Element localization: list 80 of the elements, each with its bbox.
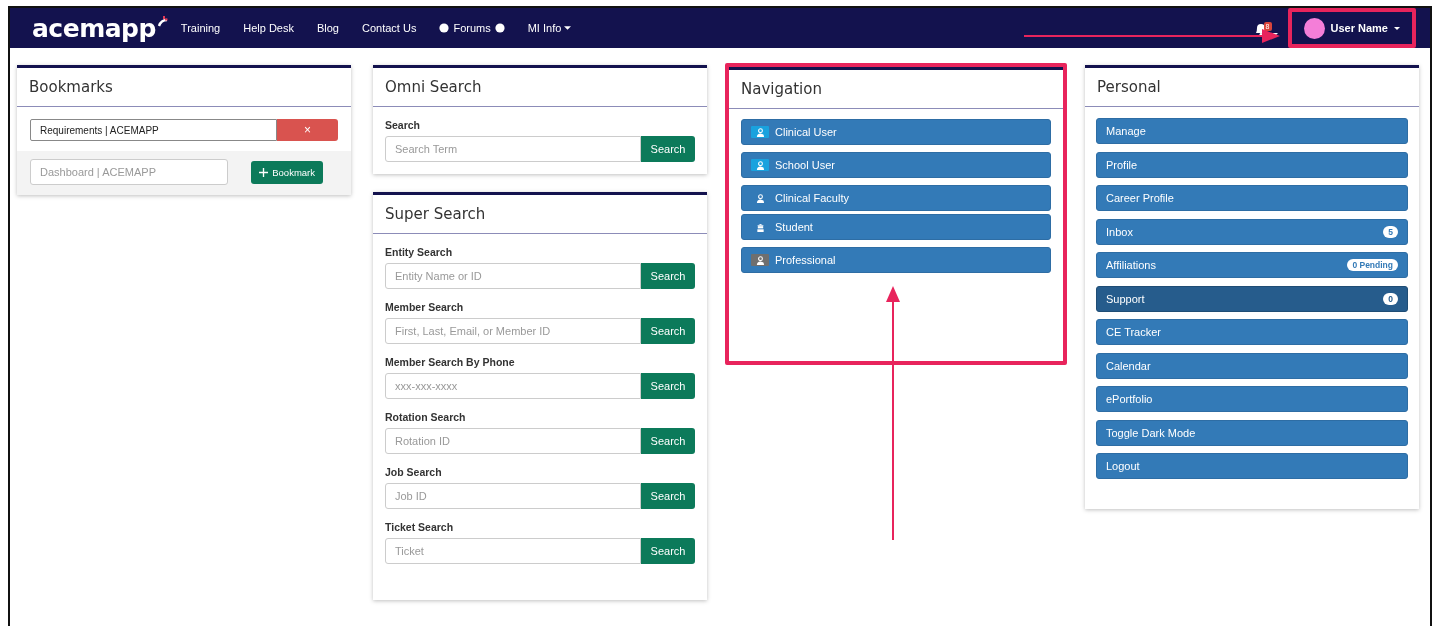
caret-icon (1394, 26, 1400, 30)
card-title: Super Search (373, 195, 707, 234)
count-badge: 0 (1383, 292, 1398, 305)
search-field[interactable]: Entity Name or ID (385, 263, 641, 289)
user-menu[interactable]: User Name (1291, 12, 1412, 44)
menu-button[interactable]: ePortfolio (1096, 386, 1408, 412)
navigation-button[interactable]: Professional (741, 247, 1051, 273)
menu-button[interactable]: CE Tracker (1096, 319, 1408, 345)
bookmark-field[interactable]: Requirements | ACEMAPP (30, 119, 277, 141)
card-title: Personal (1085, 68, 1419, 107)
user-icon (755, 160, 765, 170)
logo-mark-icon (156, 15, 169, 28)
nav-link[interactable]: Help Desk (243, 22, 294, 34)
caret-icon (564, 26, 572, 30)
card-title: Bookmarks (17, 68, 351, 107)
menu-button[interactable]: Support 0 (1096, 285, 1408, 312)
menu-label: Profile (1106, 158, 1138, 171)
menu-button[interactable]: Inbox 5 (1096, 218, 1408, 245)
search-field[interactable]: First, Last, Email, or Member ID (385, 318, 641, 344)
field-label: Member Search By Phone (385, 356, 516, 368)
menu-button[interactable]: Calendar (1096, 352, 1408, 379)
menu-label: Inbox (1106, 225, 1133, 238)
user-icon (755, 127, 765, 137)
search-field[interactable]: Search Term (385, 136, 641, 162)
menu-label: Calendar (1106, 359, 1151, 372)
navigation-button[interactable]: School User (741, 152, 1051, 178)
nav-link[interactable]: Training (180, 22, 221, 34)
navigation-button[interactable]: Student (741, 214, 1051, 240)
student-icon (755, 222, 765, 232)
menu-button[interactable]: Logout (1096, 453, 1408, 479)
search-field[interactable]: Rotation ID (385, 428, 641, 454)
nav-link[interactable]: Blog (316, 22, 339, 34)
user-icon (755, 255, 765, 265)
badge-icon (494, 23, 505, 33)
field-label: Search (385, 119, 422, 131)
search-button[interactable]: Search (641, 428, 695, 454)
menu-label: Affiliations (1106, 259, 1156, 271)
avatar (1303, 17, 1325, 39)
field-label: Entity Search (385, 246, 454, 258)
field-label: Job Search (385, 466, 443, 478)
count-badge: 5 (1383, 225, 1398, 238)
menu-button[interactable]: Profile (1096, 151, 1408, 178)
menu-label: Career Profile (1106, 192, 1174, 204)
menu-button[interactable]: Affiliations 0 Pending (1096, 252, 1408, 278)
plus-icon (259, 167, 269, 177)
count-badge: 0 Pending (1347, 259, 1398, 271)
logo[interactable]: acemapp (32, 15, 156, 41)
search-field[interactable]: Job ID (385, 483, 641, 509)
delete-button[interactable]: × (277, 119, 338, 141)
nav-link[interactable]: Contact Us (362, 22, 417, 34)
card-title: Navigation (729, 70, 1063, 109)
menu-button[interactable]: Career Profile (1096, 185, 1408, 211)
menu-button[interactable]: Toggle Dark Mode (1096, 419, 1408, 446)
bookmark-name-field[interactable]: Dashboard | ACEMAPP (30, 159, 228, 185)
menu-button[interactable]: Manage (1096, 118, 1408, 144)
menu-label: Toggle Dark Mode (1106, 426, 1196, 439)
search-button[interactable]: Search (641, 373, 695, 399)
menu-label: Support (1106, 292, 1145, 305)
menu-label: Manage (1106, 125, 1146, 137)
search-button[interactable]: Search (641, 136, 695, 162)
search-button[interactable]: Search (641, 318, 695, 344)
card-title: Omni Search (373, 68, 707, 107)
search-field[interactable]: Ticket (385, 538, 641, 564)
search-button[interactable]: Search (641, 263, 695, 289)
field-label: Rotation Search (385, 411, 467, 423)
nav-link[interactable]: Forums (453, 22, 491, 34)
user-icon (755, 193, 765, 203)
search-button[interactable]: Search (641, 538, 695, 564)
field-label: Ticket Search (385, 521, 455, 533)
add-bookmark-button[interactable]: Bookmark (251, 160, 323, 184)
menu-label: Logout (1106, 460, 1140, 472)
menu-label: ePortfolio (1106, 393, 1153, 405)
search-field[interactable]: xxx-xxx-xxxx (385, 373, 641, 399)
navigation-button[interactable]: Clinical User (741, 119, 1051, 145)
menu-label: CE Tracker (1106, 326, 1161, 338)
nav-dropdown[interactable]: MI Info (527, 22, 572, 34)
navigation-button[interactable]: Clinical Faculty (741, 185, 1051, 211)
badge-icon (439, 23, 450, 33)
field-label: Member Search (385, 301, 465, 313)
search-button[interactable]: Search (641, 483, 695, 509)
